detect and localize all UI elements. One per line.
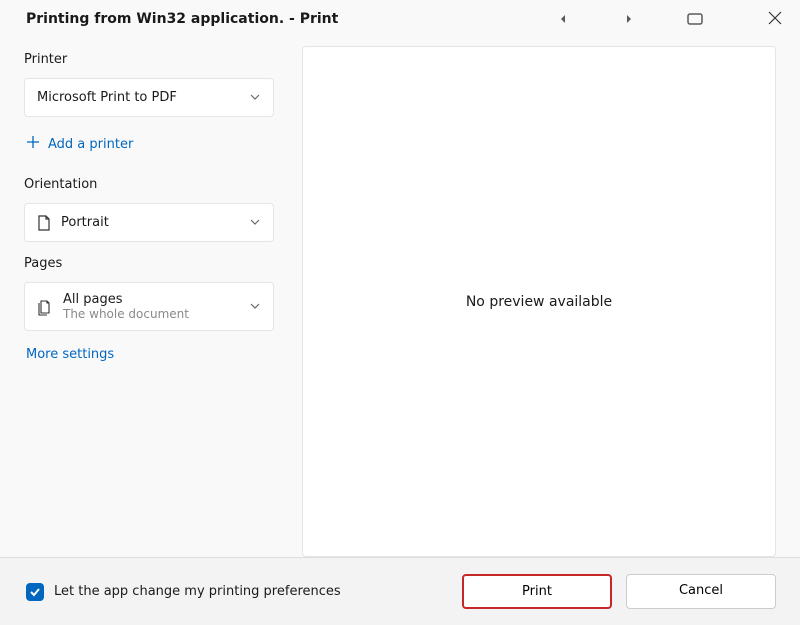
chevron-down-icon	[249, 213, 261, 232]
orientation-selected-value: Portrait	[61, 215, 249, 230]
close-button[interactable]	[768, 10, 782, 29]
pages-selected-sub: The whole document	[63, 307, 249, 321]
printer-select[interactable]: Microsoft Print to PDF	[24, 78, 274, 117]
printer-selected-value: Microsoft Print to PDF	[37, 90, 249, 105]
pages-label: Pages	[24, 256, 274, 271]
printer-label: Printer	[24, 52, 274, 67]
print-button[interactable]: Print	[462, 574, 612, 609]
orientation-select[interactable]: Portrait	[24, 203, 274, 242]
cancel-button[interactable]: Cancel	[626, 574, 776, 609]
preview-prev-button[interactable]	[554, 10, 572, 28]
orientation-label: Orientation	[24, 177, 274, 192]
plus-icon	[26, 135, 40, 153]
chevron-down-icon	[249, 297, 261, 316]
more-settings-link[interactable]: More settings	[24, 339, 274, 370]
pages-selected-value: All pages	[63, 292, 249, 307]
pages-select[interactable]: All pages The whole document	[24, 282, 274, 331]
preview-next-button[interactable]	[620, 10, 638, 28]
settings-panel: Printer Microsoft Print to PDF Add a pri…	[24, 46, 274, 557]
add-printer-link[interactable]: Add a printer	[24, 125, 274, 163]
preferences-checkbox-label: Let the app change my printing preferenc…	[54, 584, 341, 599]
chevron-down-icon	[249, 88, 261, 107]
preview-pane: No preview available	[302, 46, 776, 557]
pages-icon	[37, 298, 53, 316]
preview-message: No preview available	[466, 294, 612, 310]
preferences-checkbox[interactable]	[26, 583, 44, 601]
portrait-icon	[37, 215, 51, 231]
preview-fullscreen-button[interactable]	[686, 10, 704, 28]
add-printer-label: Add a printer	[48, 137, 133, 152]
dialog-title: Printing from Win32 application. - Print	[26, 11, 554, 27]
